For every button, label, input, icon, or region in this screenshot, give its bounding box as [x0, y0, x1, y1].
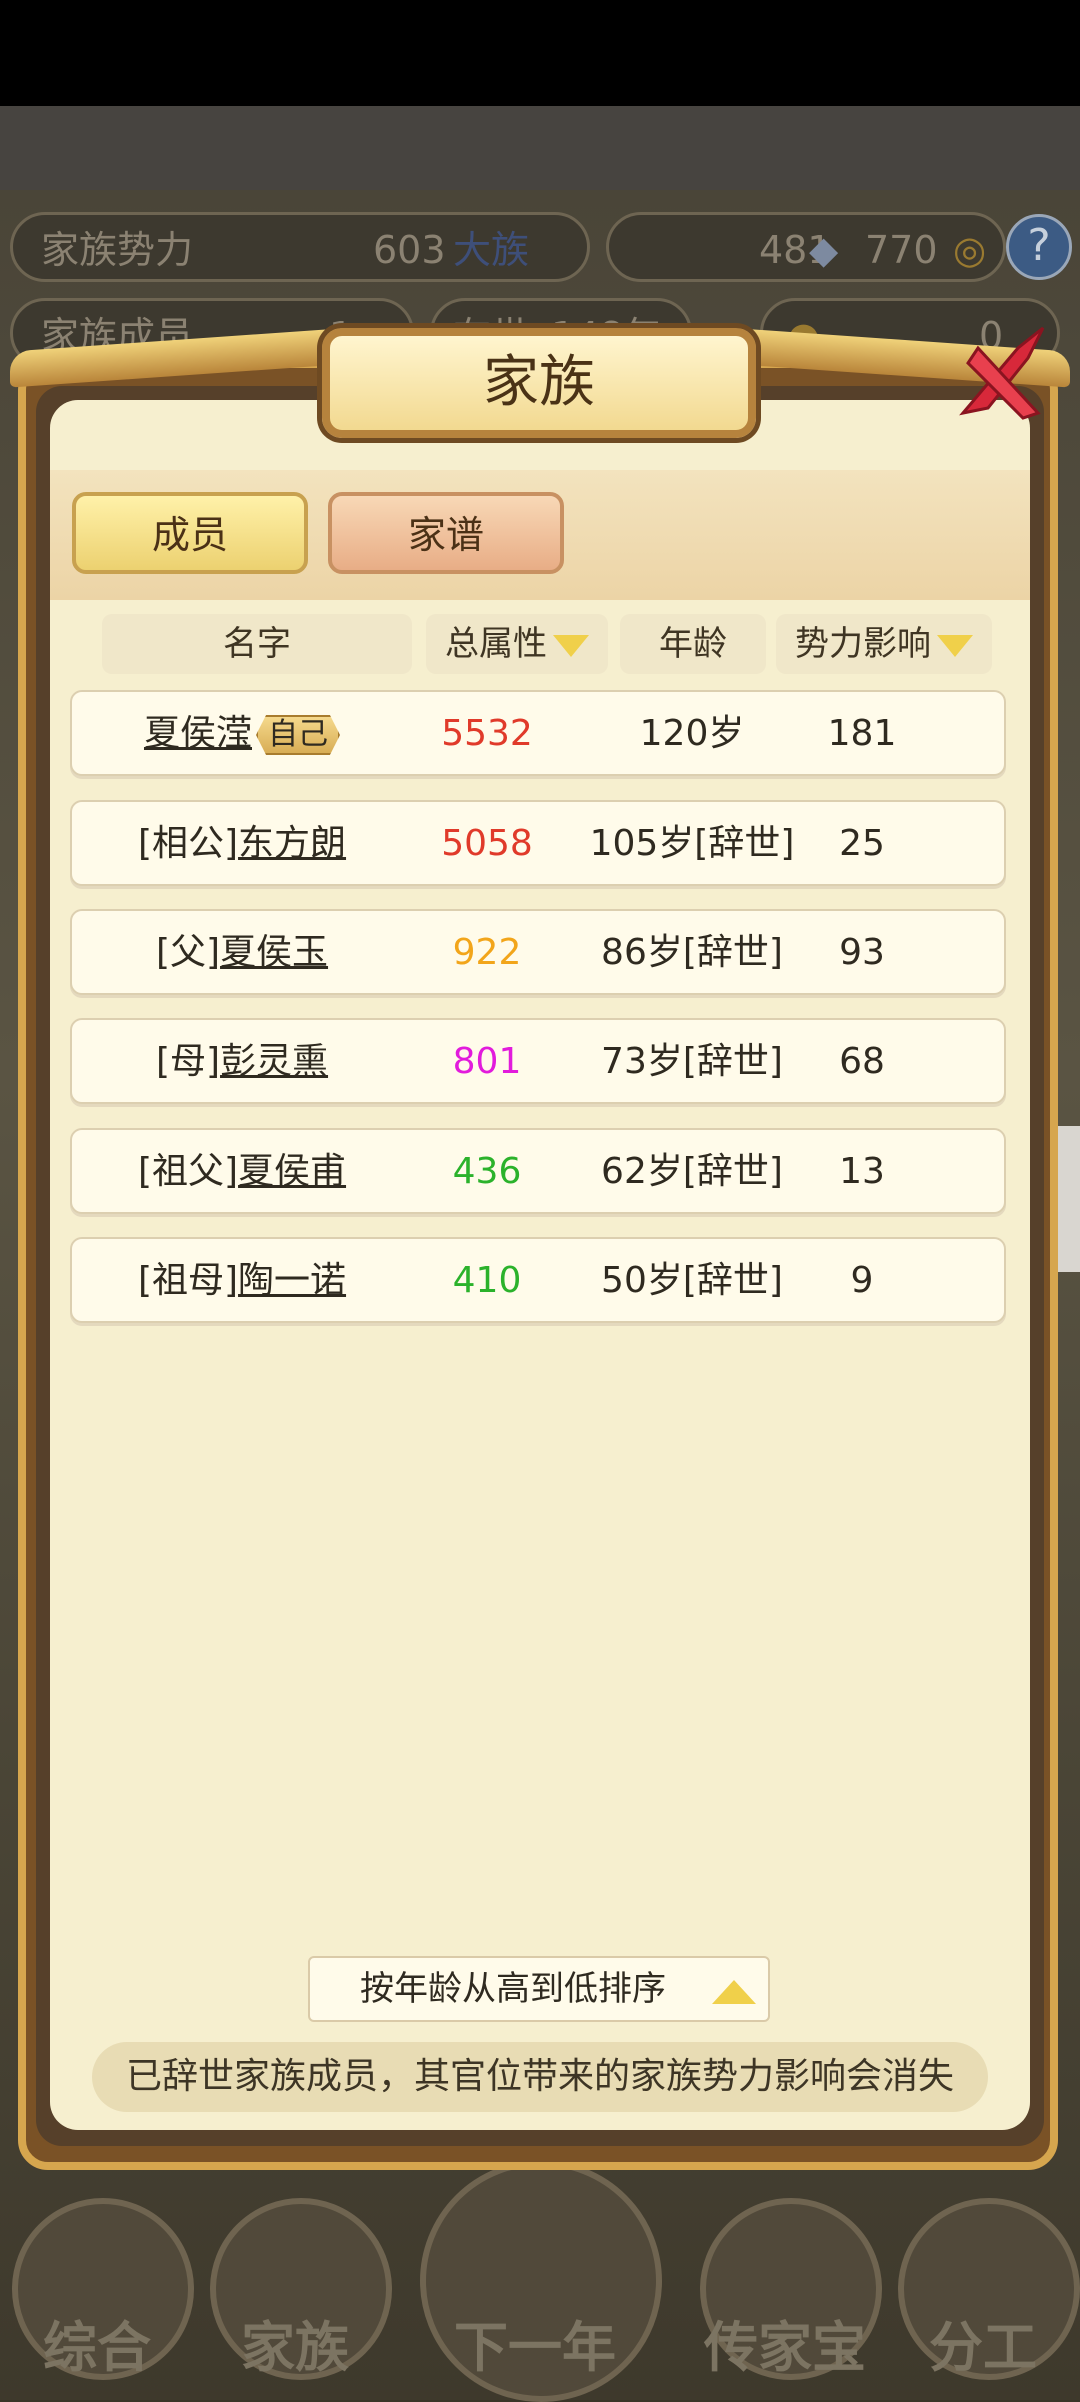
tab-members[interactable]: 成员 [72, 492, 308, 574]
member-name-cell: [母]彭灵熏 [72, 1020, 412, 1106]
coin-icon: ◎ [953, 228, 987, 272]
currency-bar: 481 ◆ 770 ◎ [606, 212, 1006, 282]
member-prefix: [父] [155, 932, 221, 973]
member-name[interactable]: 夏侯滢 [144, 713, 252, 754]
bottom-nav: 综合 家族 下一年 传家宝 分工 [0, 2160, 1080, 2402]
nav-item-heirloom[interactable]: 传家宝 [690, 2170, 882, 2400]
member-name[interactable]: 陶一诺 [238, 1260, 346, 1301]
table-row[interactable]: [母]彭灵熏 801 73岁[辞世] 68 [70, 1018, 1006, 1104]
sort-down-icon [553, 634, 589, 657]
nav-item-next-year[interactable]: 下一年 [420, 2160, 662, 2402]
member-name-cell: [相公]东方朗 [72, 802, 412, 888]
dialog-title: 家族 [483, 350, 595, 415]
member-total-attr: 5058 [441, 823, 533, 864]
sort-order-button[interactable]: 按年龄从高到低排序 [308, 1956, 770, 2022]
member-prefix: [祖母] [137, 1260, 239, 1301]
member-influence: 68 [839, 1041, 885, 1082]
member-name-cell: 夏侯滢 自己 [72, 692, 412, 778]
member-influence: 25 [839, 823, 885, 864]
top-strip [0, 106, 1080, 190]
member-prefix: [祖父] [137, 1151, 239, 1192]
help-button[interactable]: ? [1006, 214, 1072, 280]
column-header-age[interactable]: 年龄 [620, 614, 766, 674]
member-influence: 181 [827, 713, 897, 754]
column-header-label: 总属性 [445, 624, 547, 664]
family-power-value: 603 [373, 228, 446, 272]
tab-genealogy[interactable]: 家谱 [328, 492, 564, 574]
sort-down-icon [937, 634, 973, 657]
member-name[interactable]: 东方朗 [238, 823, 346, 864]
silver-icon: ◆ [809, 228, 839, 272]
column-header-influence[interactable]: 势力影响 [776, 614, 992, 674]
member-total-attr: 922 [452, 932, 522, 973]
member-name[interactable]: 彭灵熏 [220, 1041, 328, 1082]
table-row[interactable]: 夏侯滢 自己 5532 120岁 181 [70, 690, 1006, 776]
member-prefix: [相公] [137, 823, 239, 864]
family-power-label: 家族势力 [41, 228, 194, 272]
nav-label: 分工 [929, 2316, 1037, 2379]
column-header-label: 势力影响 [795, 624, 931, 664]
copper-value: 770 [865, 228, 938, 272]
table-row[interactable]: [相公]东方朗 5058 105岁[辞世] 25 [70, 800, 1006, 886]
status-bar [0, 0, 1080, 106]
family-power-bar: 家族势力 603 大族 [10, 212, 590, 282]
column-header-total-attr[interactable]: 总属性 [426, 614, 608, 674]
nav-label: 综合 [43, 2316, 151, 2379]
member-influence: 93 [839, 932, 885, 973]
self-badge: 自己 [256, 715, 340, 755]
member-total-attr: 436 [452, 1151, 522, 1192]
member-total-attr: 801 [452, 1041, 522, 1082]
nav-item-general[interactable]: 综合 [2, 2170, 194, 2400]
close-icon[interactable] [948, 318, 1058, 428]
member-total-attr: 5532 [441, 713, 533, 754]
column-header-label: 名字 [223, 624, 291, 664]
deceased-notice: 已辞世家族成员，其官位带来的家族势力影响会消失 [92, 2042, 988, 2112]
member-influence: 9 [850, 1260, 874, 1301]
member-influence: 13 [839, 1151, 885, 1192]
member-name[interactable]: 夏侯玉 [220, 932, 328, 973]
table-row[interactable]: [祖父]夏侯甫 436 62岁[辞世] 13 [70, 1128, 1006, 1214]
nav-label: 下一年 [454, 2316, 616, 2379]
member-prefix: [母] [155, 1041, 221, 1082]
sort-order-label: 按年龄从高到低排序 [360, 1969, 666, 2009]
member-name[interactable]: 夏侯甫 [238, 1151, 346, 1192]
dialog-title-plate: 家族 [322, 328, 756, 438]
family-power-tag: 大族 [453, 228, 530, 272]
nav-item-family[interactable]: 家族 [200, 2170, 392, 2400]
member-name-cell: [祖父]夏侯甫 [72, 1130, 412, 1216]
nav-label: 家族 [241, 2316, 349, 2379]
nav-label: 传家宝 [704, 2316, 866, 2379]
nav-item-division[interactable]: 分工 [888, 2170, 1080, 2400]
table-row[interactable]: [父]夏侯玉 922 86岁[辞世] 93 [70, 909, 1006, 995]
column-header-name: 名字 [102, 614, 412, 674]
column-header-label: 年龄 [659, 624, 727, 664]
sort-up-icon [712, 1980, 756, 2004]
member-name-cell: [父]夏侯玉 [72, 911, 412, 997]
table-row[interactable]: [祖母]陶一诺 410 50岁[辞世] 9 [70, 1237, 1006, 1323]
member-total-attr: 410 [452, 1260, 522, 1301]
member-name-cell: [祖母]陶一诺 [72, 1239, 412, 1325]
